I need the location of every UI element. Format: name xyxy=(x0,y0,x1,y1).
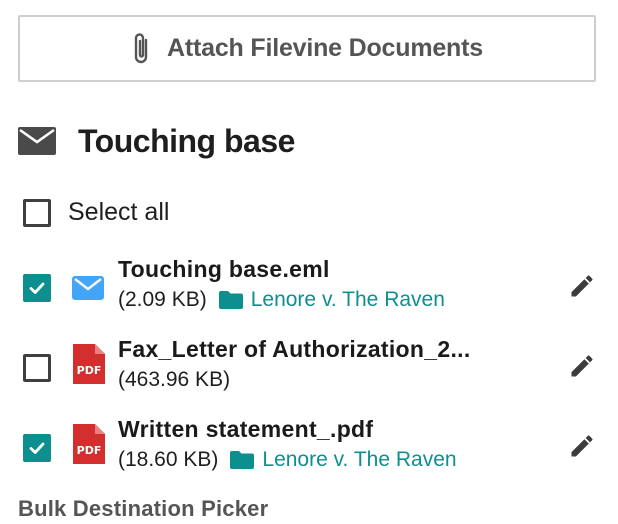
attach-filevine-documents-button[interactable]: Attach Filevine Documents xyxy=(18,15,596,82)
select-all[interactable]: Select all xyxy=(23,198,169,227)
pencil-icon[interactable] xyxy=(568,352,596,380)
pencil-icon[interactable] xyxy=(568,432,596,460)
svg-text:PDF: PDF xyxy=(77,444,102,457)
paperclip-icon xyxy=(131,31,153,67)
pdf-file-icon: PDF xyxy=(71,344,105,384)
pdf-file-icon: PDF xyxy=(71,424,105,464)
email-file-icon xyxy=(71,264,105,304)
destination-link[interactable]: Lenore v. The Raven xyxy=(218,288,445,312)
folder-icon xyxy=(218,291,243,309)
file-size: (463.96 KB) xyxy=(118,368,231,391)
file-size: (2.09 KB) xyxy=(118,288,207,311)
file-row: Touching base.eml (2.09 KB) Lenore v. Th… xyxy=(0,256,618,328)
email-header: Touching base xyxy=(18,118,295,164)
pencil-icon[interactable] xyxy=(568,272,596,300)
file-size: (18.60 KB) xyxy=(118,448,219,471)
file-checkbox[interactable] xyxy=(23,434,51,462)
destination-label: Lenore v. The Raven xyxy=(250,288,445,311)
file-checkbox[interactable] xyxy=(23,354,51,382)
file-name: Touching base.eml xyxy=(118,256,330,282)
destination-label: Lenore v. The Raven xyxy=(262,448,457,471)
destination-link[interactable]: Lenore v. The Raven xyxy=(230,448,457,472)
select-all-checkbox[interactable] xyxy=(23,198,51,227)
bulk-destination-picker-label: Bulk Destination Picker xyxy=(18,496,269,521)
attach-button-label: Attach Filevine Documents xyxy=(167,34,483,62)
file-name: Fax_Letter of Authorization_2... xyxy=(118,336,471,362)
file-name: Written statement_.pdf xyxy=(118,416,374,442)
select-all-label: Select all xyxy=(68,198,170,226)
email-subject: Touching base xyxy=(78,122,295,159)
envelope-icon xyxy=(18,127,56,155)
folder-icon xyxy=(230,451,255,469)
file-row: PDF Fax_Letter of Authorization_2... (46… xyxy=(0,336,618,408)
file-checkbox[interactable] xyxy=(23,274,51,302)
svg-text:PDF: PDF xyxy=(77,364,102,377)
file-row: PDF Written statement_.pdf (18.60 KB) Le… xyxy=(0,416,618,488)
